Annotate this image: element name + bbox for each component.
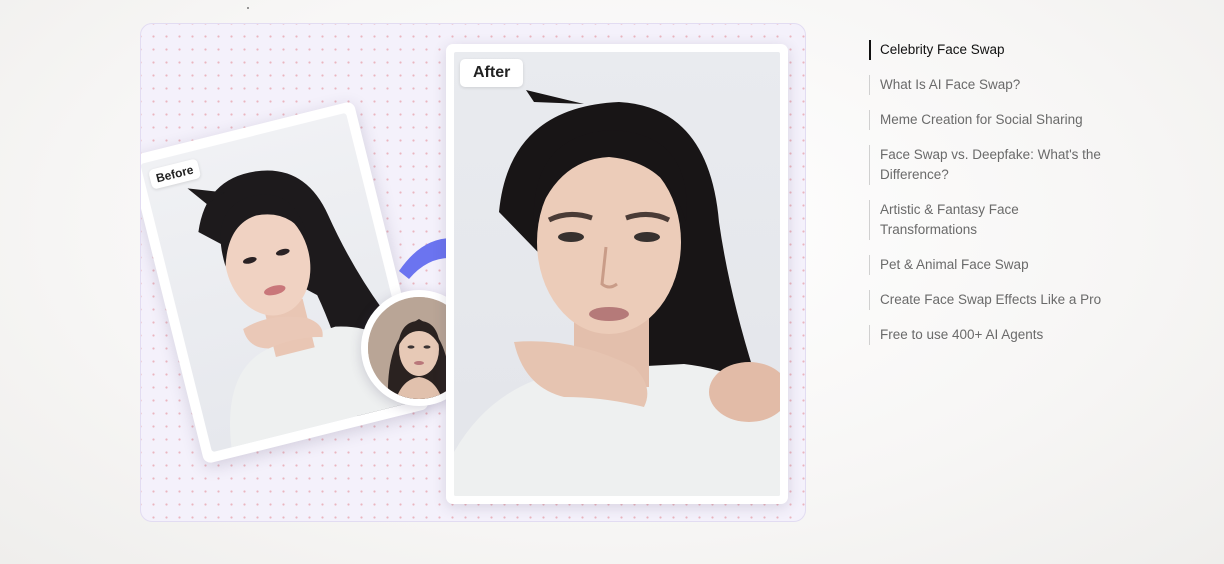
toc-item-what-is-ai-face-swap[interactable]: What Is AI Face Swap? [869, 75, 1109, 95]
toc-item-pet-animal[interactable]: Pet & Animal Face Swap [869, 255, 1109, 275]
before-photo: Before [141, 112, 418, 453]
after-card: After [446, 44, 788, 504]
toc-item-artistic-fantasy[interactable]: Artistic & Fantasy Face Transformations [869, 200, 1109, 240]
toc-item-create-effects[interactable]: Create Face Swap Effects Like a Pro [869, 290, 1109, 310]
after-label: After [460, 59, 524, 87]
toc-item-celebrity-face-swap[interactable]: Celebrity Face Swap [869, 40, 1109, 60]
toc-item-meme-creation[interactable]: Meme Creation for Social Sharing [869, 110, 1109, 130]
toc-item-face-swap-vs-deepfake[interactable]: Face Swap vs. Deepfake: What's the Diffe… [869, 145, 1109, 185]
table-of-contents: Celebrity Face Swap What Is AI Face Swap… [869, 40, 1109, 360]
before-card: Before [141, 100, 430, 465]
after-photo: After [454, 52, 780, 496]
toc-item-free-ai-agents[interactable]: Free to use 400+ AI Agents [869, 325, 1109, 345]
after-portrait-image [454, 90, 780, 496]
face-swap-showcase: Before After [140, 23, 806, 522]
decorative-dot [247, 7, 249, 9]
